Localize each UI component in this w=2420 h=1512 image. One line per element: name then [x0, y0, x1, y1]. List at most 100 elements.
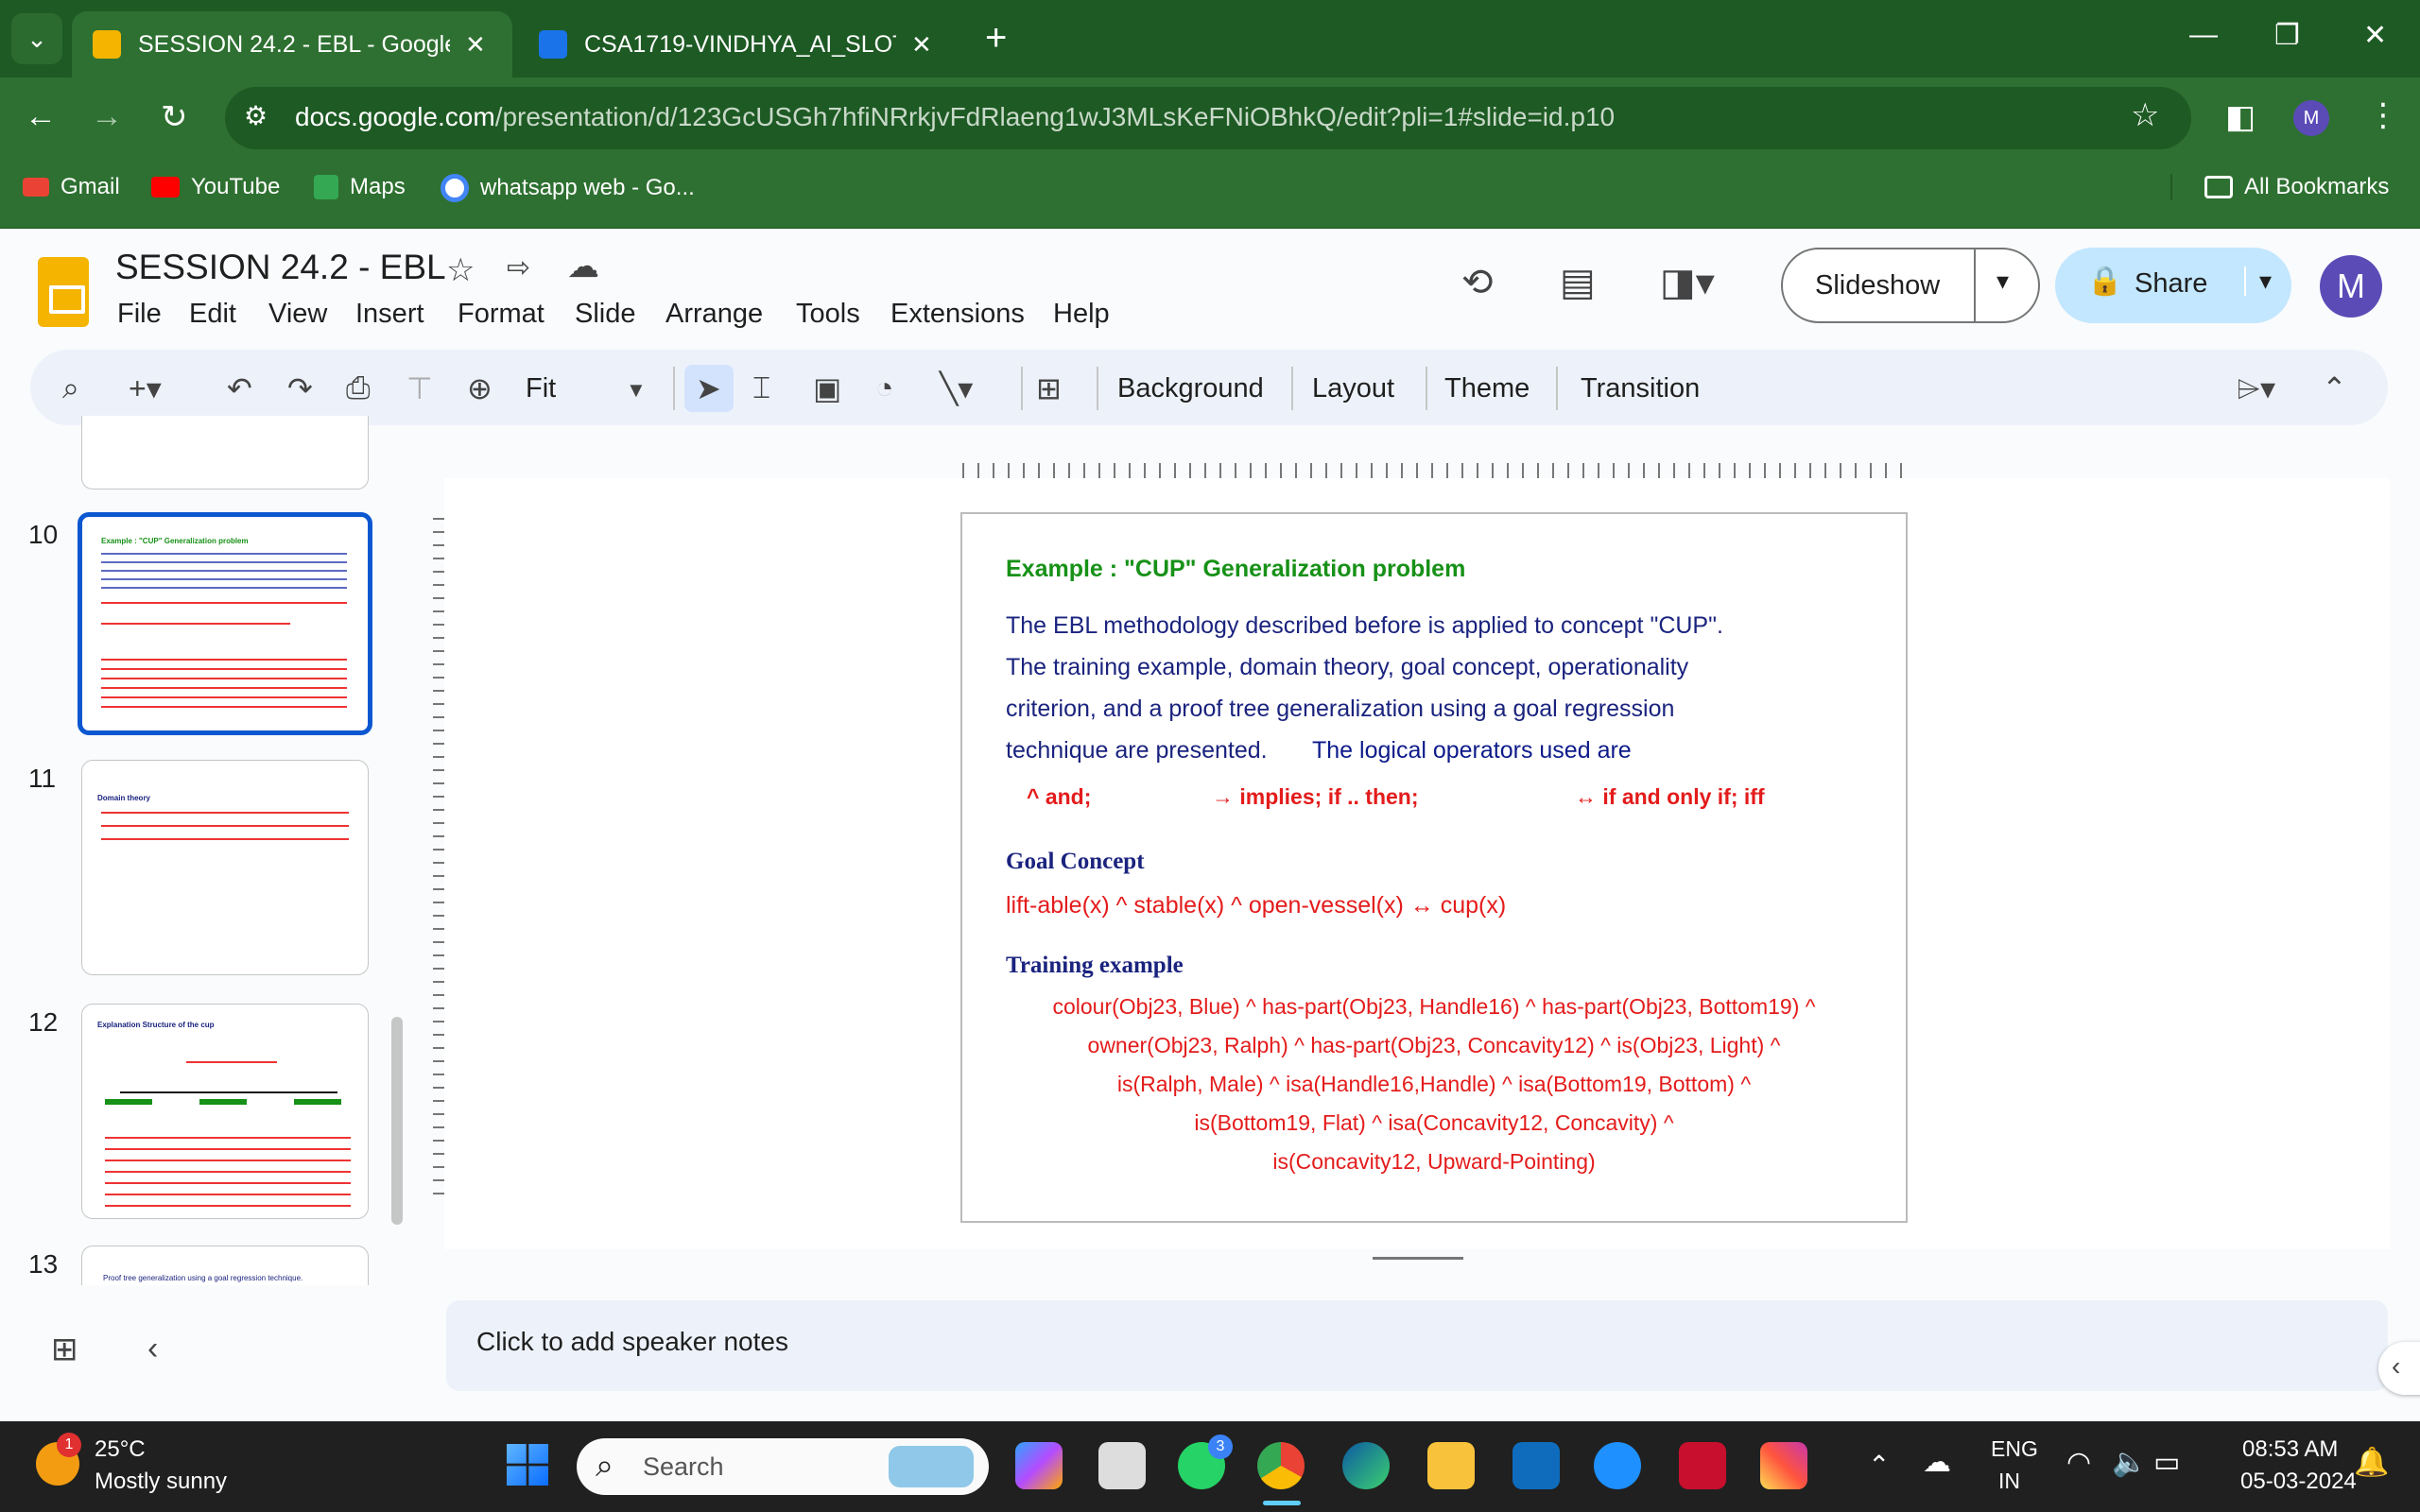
instagram-icon[interactable]	[1760, 1442, 1807, 1489]
slideshow-dropdown-icon[interactable]: ▾	[1996, 266, 2009, 296]
volume-muted-icon[interactable]: 🔈	[2112, 1446, 2147, 1479]
close-tab-icon[interactable]: ✕	[911, 30, 932, 60]
copilot-icon[interactable]	[1015, 1442, 1063, 1489]
new-tab-icon[interactable]: +	[985, 17, 1007, 60]
weather-desc[interactable]: Mostly sunny	[95, 1469, 227, 1495]
star-icon[interactable]: ☆	[446, 251, 475, 289]
url-text[interactable]: docs.google.com/presentation/d/123GcUSGh…	[295, 102, 1615, 132]
add-comment-icon[interactable]: ⊞	[1036, 370, 1062, 406]
close-window-icon[interactable]: ✕	[2363, 19, 2387, 52]
account-avatar[interactable]: M	[2320, 255, 2382, 318]
site-info-icon[interactable]: ⚙	[244, 100, 268, 131]
microsoft-store-icon[interactable]	[1512, 1442, 1560, 1489]
menu-slide[interactable]: Slide	[575, 299, 636, 330]
close-tab-icon[interactable]: ✕	[465, 30, 486, 60]
bookmark-maps[interactable]: Maps	[314, 174, 406, 200]
slide-thumbnail-10[interactable]: Example : "CUP" Generalization problem	[78, 512, 372, 735]
tab-active[interactable]: SESSION 24.2 - EBL - Google Sli ✕	[72, 11, 512, 77]
menu-arrange[interactable]: Arrange	[666, 299, 763, 330]
restore-icon[interactable]: ❐	[2274, 19, 2300, 52]
language-bottom[interactable]: IN	[1998, 1469, 2020, 1494]
edge-icon[interactable]	[1342, 1442, 1390, 1489]
document-title[interactable]: SESSION 24.2 - EBL	[115, 248, 446, 287]
search-menus-icon[interactable]: ⌕	[62, 370, 79, 406]
menu-help[interactable]: Help	[1053, 299, 1110, 330]
clock-time[interactable]: 08:53 AM	[2242, 1436, 2338, 1463]
notes-resize-handle[interactable]	[1373, 1257, 1463, 1260]
new-slide-icon[interactable]: +▾	[129, 370, 162, 406]
bookmark-star-icon[interactable]: ☆	[2131, 96, 2159, 134]
chrome-icon[interactable]	[1257, 1442, 1305, 1489]
image-icon[interactable]: ▣	[813, 370, 841, 406]
onedrive-icon[interactable]: ☁	[1923, 1446, 1951, 1479]
tab-search-icon[interactable]: ⌄	[11, 13, 62, 64]
mcafee-icon[interactable]	[1679, 1442, 1726, 1489]
battery-icon[interactable]: ▭	[2153, 1446, 2180, 1479]
side-panel-icon[interactable]: ◧	[2225, 98, 2256, 136]
line-icon[interactable]: ╲▾	[940, 370, 973, 406]
search-highlight-image	[889, 1446, 974, 1487]
slide-thumbnail-11[interactable]: Domain theory	[81, 760, 369, 975]
zoom-icon[interactable]: ⊕	[467, 370, 493, 406]
grid-view-icon[interactable]: ⊞	[51, 1331, 78, 1368]
slideshow-button[interactable]: Slideshow ▾	[1781, 248, 2040, 323]
show-hidden-icons[interactable]: ⌃	[1868, 1450, 1890, 1481]
chrome-menu-icon[interactable]: ⋮	[2367, 96, 2399, 134]
menu-insert[interactable]: Insert	[355, 299, 424, 330]
editing-mode-icon[interactable]: ⌲▾	[2237, 370, 2275, 407]
share-button[interactable]: 🔒 Share ▾	[2055, 248, 2291, 323]
menu-view[interactable]: View	[268, 299, 327, 330]
slide-thumbnail-13[interactable]: Proof tree generalization using a goal r…	[81, 1246, 369, 1285]
bookmark-gmail[interactable]: Gmail	[23, 174, 120, 200]
reload-icon[interactable]: ↻	[161, 98, 188, 136]
tab-classroom[interactable]: CSA1719-VINDHYA_AI_SLOT B S ✕	[518, 11, 959, 77]
print-icon[interactable]: ⎙	[346, 370, 371, 406]
language-top[interactable]: ENG	[1991, 1436, 2038, 1462]
text-box-icon[interactable]: ⌶	[752, 370, 770, 406]
clock-date[interactable]: 05-03-2024	[2240, 1469, 2357, 1495]
menu-format[interactable]: Format	[458, 299, 544, 330]
menu-tools[interactable]: Tools	[796, 299, 860, 330]
bookmark-whatsapp[interactable]: whatsapp web - Go...	[441, 174, 695, 202]
version-history-icon[interactable]: ⟲	[1461, 261, 1494, 304]
menu-extensions[interactable]: Extensions	[890, 299, 1025, 330]
help-icon[interactable]	[1594, 1442, 1641, 1489]
menu-file[interactable]: File	[117, 299, 162, 330]
back-icon[interactable]: ←	[25, 98, 57, 135]
redo-icon[interactable]: ↷	[287, 370, 313, 406]
background-button[interactable]: Background	[1117, 373, 1264, 404]
current-slide[interactable]: Example : "CUP" Generalization problem T…	[960, 512, 1908, 1223]
collapse-filmstrip-icon[interactable]: ‹	[147, 1331, 158, 1367]
comments-icon[interactable]: ▤	[1560, 261, 1596, 304]
zoom-select[interactable]: Fit	[526, 373, 556, 404]
wifi-icon[interactable]: ◠	[2066, 1446, 2091, 1479]
bookmark-youtube[interactable]: YouTube	[151, 174, 280, 200]
shape-icon[interactable]: ◔	[875, 370, 893, 405]
slide-thumbnail-9[interactable]	[81, 416, 369, 490]
forward-icon[interactable]: →	[91, 98, 123, 135]
slides-logo-icon[interactable]	[38, 257, 89, 327]
menu-edit[interactable]: Edit	[189, 299, 236, 330]
notifications-bell-icon[interactable]: 🔔	[2354, 1446, 2389, 1479]
transition-button[interactable]: Transition	[1581, 373, 1700, 404]
share-dropdown-icon[interactable]: ▾	[2244, 266, 2272, 296]
speaker-notes[interactable]: Click to add speaker notes	[446, 1300, 2388, 1391]
slide-thumbnail-12[interactable]: Explanation Structure of the cup	[81, 1004, 369, 1219]
undo-icon[interactable]: ↶	[227, 370, 252, 406]
move-folder-icon[interactable]: ⇨	[507, 251, 530, 284]
weather-temp[interactable]: 25°C	[95, 1436, 146, 1463]
paint-format-icon[interactable]: ⊤	[406, 370, 433, 406]
filmstrip-scrollbar[interactable]	[391, 1017, 403, 1225]
task-view-icon[interactable]	[1098, 1442, 1146, 1489]
layout-button[interactable]: Layout	[1312, 373, 1394, 404]
zoom-dropdown-icon[interactable]: ▼	[626, 378, 647, 403]
meet-icon[interactable]: ◨▾	[1660, 261, 1715, 304]
minimize-icon[interactable]: —	[2189, 19, 2218, 51]
taskbar-search[interactable]: ⌕ Search	[577, 1438, 989, 1495]
theme-button[interactable]: Theme	[1444, 373, 1530, 404]
all-bookmarks[interactable]: All Bookmarks	[2170, 174, 2389, 200]
hide-menus-icon[interactable]: ⌃	[2322, 370, 2347, 406]
file-explorer-icon[interactable]	[1427, 1442, 1475, 1489]
profile-avatar[interactable]: M	[2293, 100, 2329, 136]
cloud-status-icon[interactable]: ☁	[567, 248, 599, 285]
